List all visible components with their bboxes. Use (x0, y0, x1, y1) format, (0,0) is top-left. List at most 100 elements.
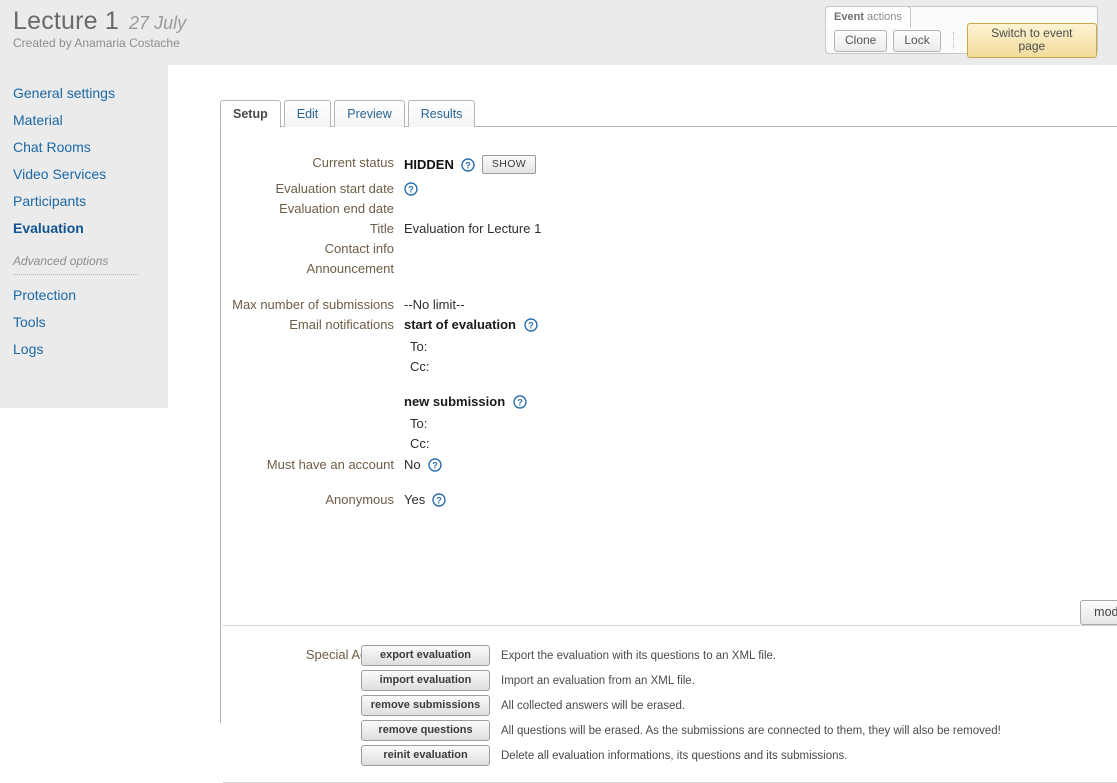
label-must-have-account: Must have an account (266, 457, 394, 472)
special-action-row: export evaluation Export the evaluation … (361, 643, 1001, 668)
section-divider-top (223, 625, 1117, 626)
value-email-notifications: start of evaluation ? To: Cc: new submis… (404, 317, 1117, 454)
notification-group-new-submission: new submission ? (404, 394, 1117, 410)
remove-submissions-button[interactable]: remove submissions (361, 695, 490, 716)
svg-text:?: ? (517, 398, 523, 408)
anonymous-value: Yes (404, 492, 426, 507)
button-separator (952, 31, 955, 50)
notification-to-new: To: (410, 416, 428, 431)
value-evaluation-start-date: ? (404, 181, 1117, 197)
sidebar-item-protection[interactable]: Protection (13, 287, 163, 303)
page-title: Lecture 1 27 July (13, 7, 186, 36)
event-actions-legend-rest: actions (863, 11, 902, 23)
sidebar-item-tools[interactable]: Tools (13, 314, 163, 330)
lock-button[interactable]: Lock (893, 29, 941, 52)
value-announcement (404, 261, 1117, 277)
special-action-row: remove questions All questions will be e… (361, 718, 1001, 743)
notification-cc-start: Cc: (410, 359, 430, 374)
switch-to-event-page-button[interactable]: Switch to event page (966, 23, 1097, 58)
event-actions-legend-bold: Event (834, 11, 864, 23)
sidebar-item-material[interactable]: Material (13, 112, 163, 128)
help-icon[interactable]: ? (524, 318, 538, 332)
notification-heading-new-submission: new submission (404, 394, 506, 409)
event-actions-legend: Event actions (825, 6, 911, 28)
import-evaluation-button[interactable]: import evaluation (361, 670, 490, 691)
row-title: Title Evaluation for Lecture 1 (221, 221, 1117, 237)
reinit-evaluation-description: Delete all evaluation informations, its … (501, 749, 848, 762)
must-have-account-value: No (404, 457, 421, 472)
setup-form: Current status HIDDEN ? SHOW Evaluation … (221, 127, 1117, 508)
sidebar-item-logs[interactable]: Logs (13, 341, 163, 357)
row-anonymous: Anonymous Yes ? (221, 492, 1117, 508)
value-title: Evaluation for Lecture 1 (404, 221, 542, 236)
tab-edit[interactable]: Edit (283, 100, 332, 127)
value-must-have-account: No ? (404, 457, 1117, 473)
show-button[interactable]: SHOW (481, 155, 537, 174)
row-must-have-account: Must have an account No ? (221, 457, 1117, 473)
tab-bar: Setup Edit Preview Results (220, 100, 478, 128)
row-current-status: Current status HIDDEN ? SHOW (221, 155, 1117, 174)
help-icon[interactable]: ? (461, 157, 475, 172)
special-action-row: remove submissions All collected answers… (361, 693, 1001, 718)
reinit-evaluation-button[interactable]: reinit evaluation (361, 745, 490, 766)
help-icon[interactable]: ? (404, 182, 418, 196)
tab-preview[interactable]: Preview (334, 100, 405, 127)
label-anonymous: Anonymous (325, 492, 394, 507)
tab-results[interactable]: Results (407, 100, 476, 127)
sidebar-item-video-services[interactable]: Video Services (13, 166, 163, 182)
svg-text:?: ? (528, 321, 534, 331)
label-current-status: Current status (312, 155, 394, 170)
svg-text:?: ? (465, 160, 471, 170)
row-announcement: Announcement (221, 261, 1117, 277)
remove-questions-description: All questions will be erased. As the sub… (501, 724, 1001, 737)
label-title: Title (369, 221, 394, 236)
svg-text:?: ? (408, 185, 414, 195)
sidebar-item-participants[interactable]: Participants (13, 193, 163, 209)
help-icon[interactable]: ? (432, 493, 446, 507)
setup-panel: Current status HIDDEN ? SHOW Evaluation … (220, 126, 1117, 783)
clone-button[interactable]: Clone (834, 29, 888, 52)
notification-cc-new: Cc: (410, 436, 430, 451)
help-icon[interactable]: ? (427, 458, 442, 472)
row-evaluation-end-date: Evaluation end date (221, 201, 1117, 217)
label-evaluation-start-date: Evaluation start date (275, 181, 394, 196)
label-email-notifications: Email notifications (289, 317, 394, 332)
event-date: 27 July (129, 13, 187, 33)
event-creator: Created by Anamaria Costache (13, 36, 180, 50)
sidebar-item-evaluation[interactable]: Evaluation (13, 220, 163, 236)
row-contact-info: Contact info (221, 241, 1117, 257)
help-icon[interactable]: ? (513, 395, 527, 409)
svg-text:?: ? (432, 461, 438, 471)
value-max-submissions: --No limit-- (404, 297, 465, 312)
sidebar-section-advanced-options: Advanced options (13, 254, 109, 268)
sidebar-divider (13, 274, 138, 275)
import-evaluation-description: Import an evaluation from an XML file. (501, 674, 695, 687)
label-max-submissions: Max number of submissions (232, 297, 394, 312)
notification-heading-start-of-evaluation: start of evaluation (404, 317, 516, 332)
row-email-notifications: Email notifications start of evaluation … (221, 317, 1117, 454)
special-actions-rows: export evaluation Export the evaluation … (361, 643, 1001, 768)
notification-group-start: start of evaluation ? (404, 317, 1117, 333)
row-max-submissions: Max number of submissions --No limit-- (221, 297, 1117, 313)
event-title: Lecture 1 (13, 7, 120, 35)
notification-to-start: To: (410, 339, 428, 354)
sidebar-item-chat-rooms[interactable]: Chat Rooms (13, 139, 163, 155)
modify-button[interactable]: modify (1080, 600, 1117, 625)
svg-text:?: ? (436, 496, 442, 506)
content-panel: Setup Edit Preview Results Current statu… (168, 65, 1117, 783)
special-action-row: import evaluation Import an evaluation f… (361, 668, 1001, 693)
event-actions-buttons: Clone Lock Switch to event page (826, 23, 1097, 58)
value-anonymous: Yes ? (404, 492, 1117, 508)
export-evaluation-description: Export the evaluation with its questions… (501, 649, 777, 662)
export-evaluation-button[interactable]: export evaluation (361, 645, 490, 666)
sidebar-navigation: General settings Material Chat Rooms Vid… (13, 85, 163, 368)
value-contact-info (404, 241, 1117, 257)
remove-submissions-description: All collected answers will be erased. (501, 699, 686, 712)
current-status-value: HIDDEN (404, 156, 454, 172)
remove-questions-button[interactable]: remove questions (361, 720, 490, 741)
value-evaluation-end-date (404, 201, 1117, 217)
special-action-row: reinit evaluation Delete all evaluation … (361, 743, 1001, 768)
tab-setup[interactable]: Setup (220, 100, 281, 128)
label-announcement: Announcement (306, 261, 394, 276)
sidebar-item-general-settings[interactable]: General settings (13, 85, 163, 101)
